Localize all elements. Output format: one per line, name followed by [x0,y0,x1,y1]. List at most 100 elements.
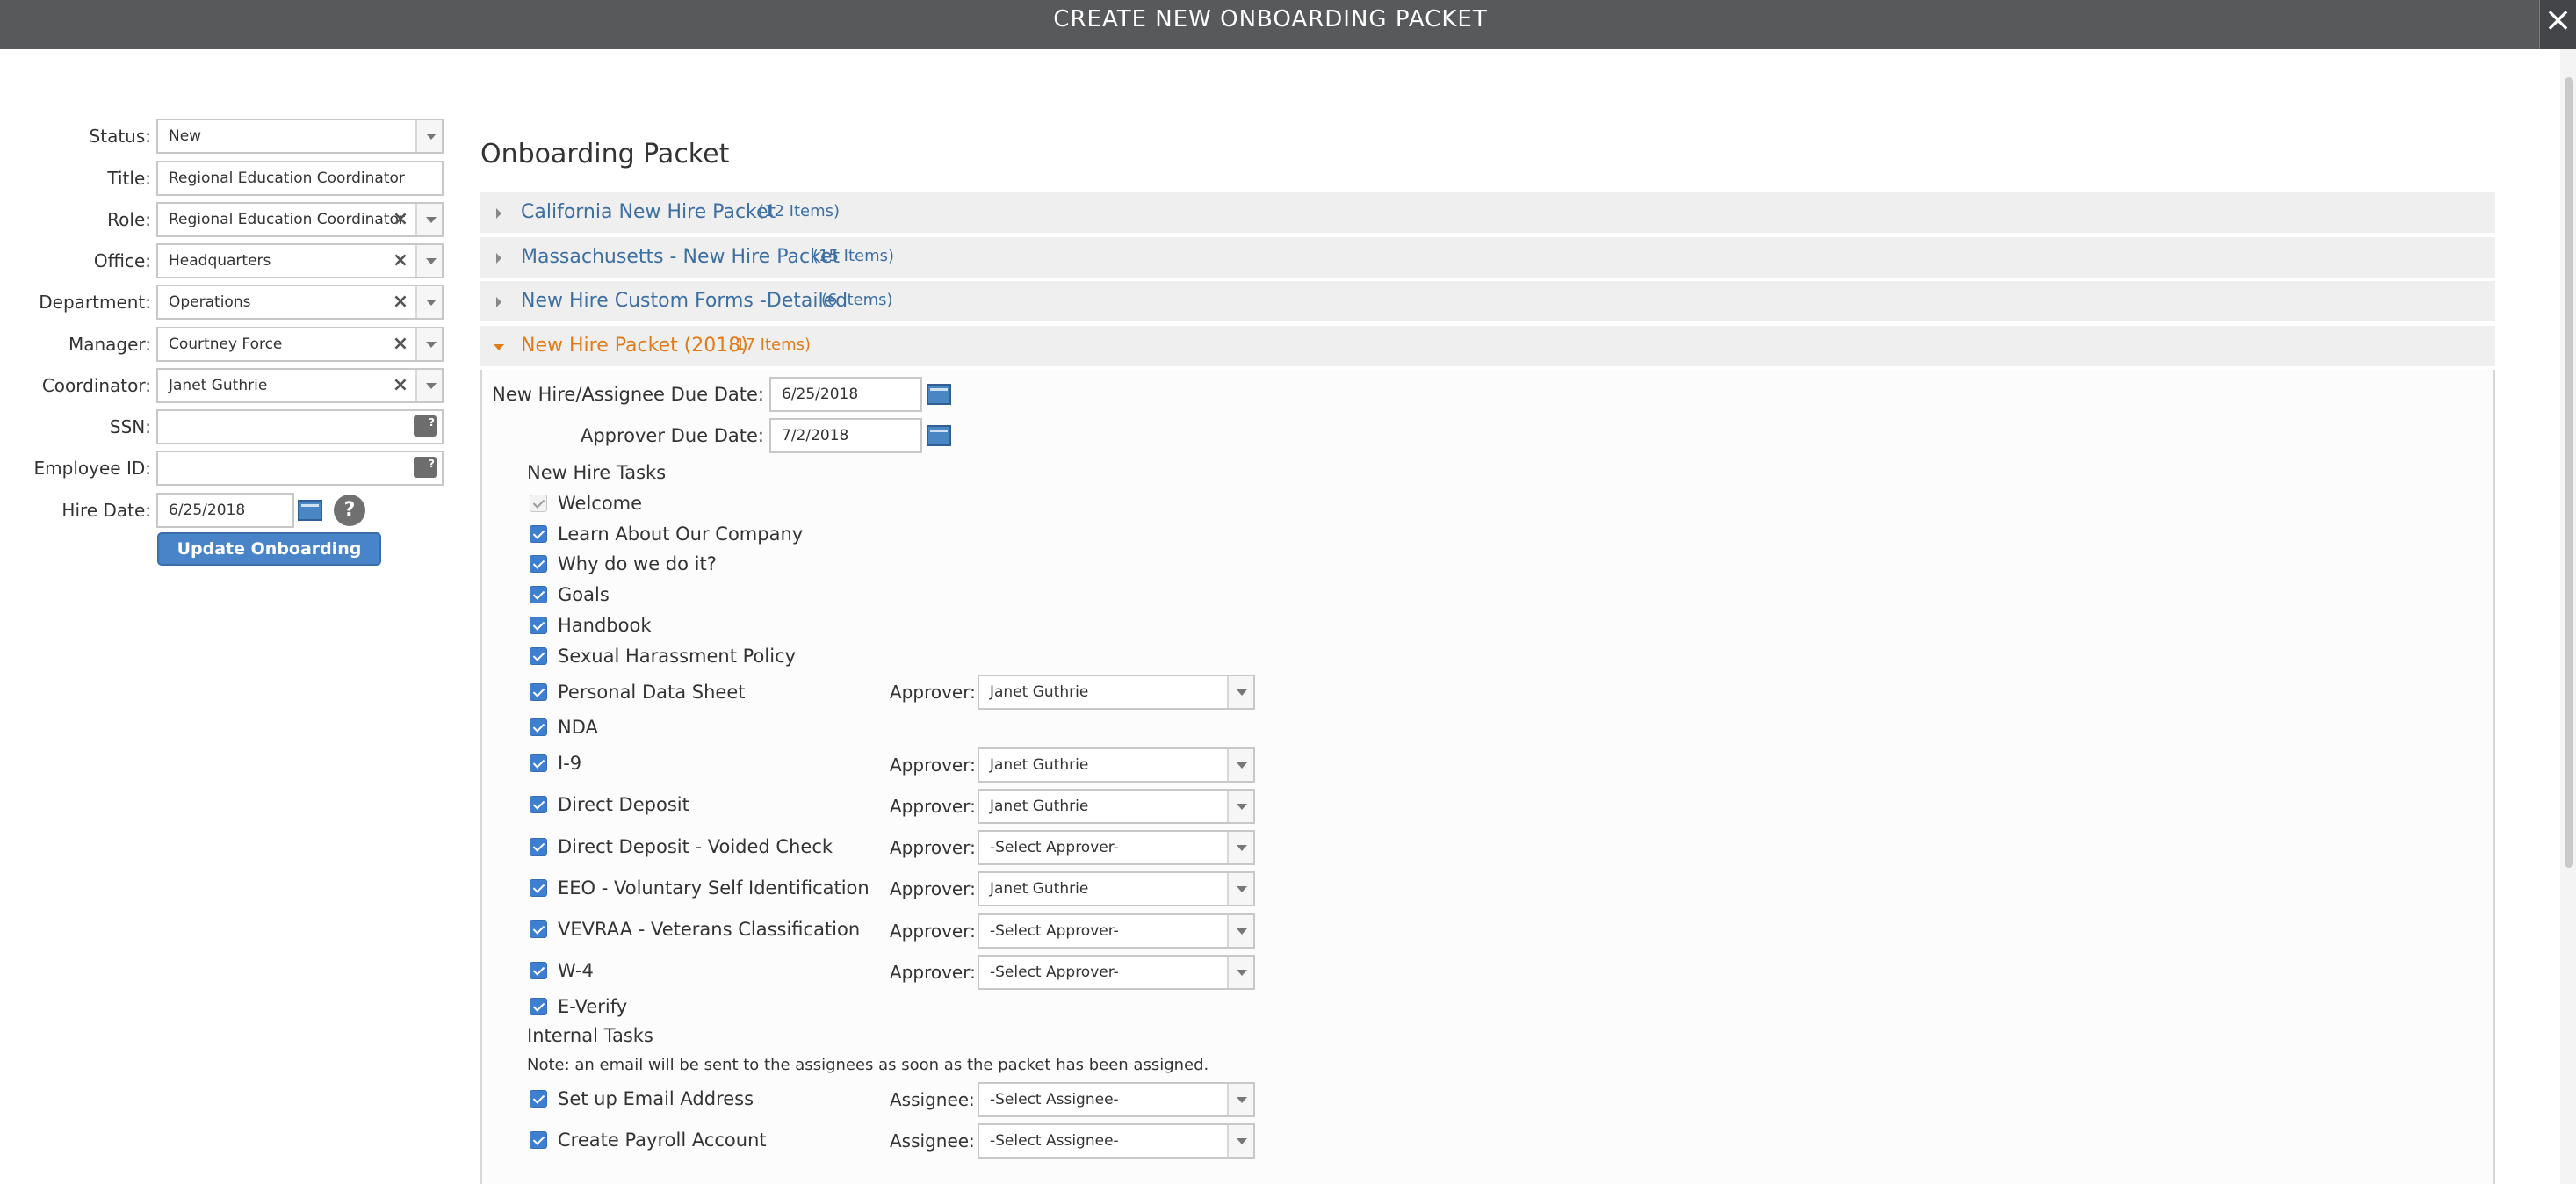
clear-icon[interactable]: × [391,370,410,401]
close-icon[interactable]: × [2539,0,2576,49]
help-icon[interactable]: ? [334,495,365,526]
task-label: Handbook [558,615,652,636]
coordinator-select[interactable]: Janet Guthrie × [156,368,444,403]
chevron-down-icon[interactable] [1227,832,1253,863]
task-checkbox[interactable] [530,838,547,856]
chevron-down-icon[interactable] [1227,749,1253,781]
hire-date-input[interactable]: 6/25/2018 [156,493,294,528]
task-label: Learn About Our Company [558,523,804,545]
task-label: VEVRAA - Veterans Classification [558,919,861,940]
ssn-input[interactable] [156,409,444,444]
approver-value: -Select Approver- [990,964,1119,981]
accordion-massachusetts-packet[interactable]: Massachusetts - New Hire Packet (15 Item… [480,237,2495,278]
task-checkbox[interactable] [530,555,547,573]
approver-label: Approver: [890,754,976,776]
calendar-icon[interactable] [927,384,951,405]
department-select[interactable]: Operations × [156,285,444,320]
employee-id-label-wrap: Employee ID: [0,451,151,486]
new-hire-due-label: New Hire/Assignee Due Date: [492,384,764,405]
task-checkbox[interactable] [530,920,547,938]
task-label: I-9 [558,753,582,774]
manager-value: Courtney Force [169,336,283,353]
title-label: Title: [107,168,151,189]
new-hire-due-input[interactable]: 6/25/2018 [769,377,922,412]
approver-select[interactable]: Janet Guthrie [978,747,1255,783]
chevron-down-icon[interactable] [1227,1084,1253,1115]
approver-select[interactable]: -Select Approver- [978,955,1255,990]
chevron-down-icon[interactable] [1227,873,1253,905]
approver-label: Approver: [890,837,976,858]
accordion-custom-forms[interactable]: New Hire Custom Forms -Detailed (6 Items… [480,281,2495,321]
chevron-down-icon[interactable] [1227,791,1253,822]
assignee-select[interactable]: -Select Assignee- [978,1123,1255,1159]
accordion-new-hire-packet-2018[interactable]: New Hire Packet (2018) (17 Items) [480,326,2495,366]
approver-value: Janet Guthrie [990,756,1089,774]
chevron-down-icon[interactable] [415,120,442,152]
task-checkbox[interactable] [530,586,547,603]
generate-icon[interactable] [414,452,437,480]
chevron-down-icon[interactable] [1227,957,1253,988]
task-checkbox[interactable] [530,962,547,979]
calendar-icon[interactable] [927,425,951,446]
task-checkbox[interactable] [530,796,547,813]
task-checkbox[interactable] [530,998,547,1015]
task-label: W-4 [558,960,594,981]
accordion-count: (6 Items) [821,291,893,309]
approver-due-value: 7/2/2018 [782,427,849,444]
employee-id-input[interactable] [156,451,444,486]
task-checkbox[interactable] [530,879,547,897]
chevron-down-icon[interactable] [415,204,442,235]
status-select[interactable]: New [156,119,444,154]
approver-due-input[interactable]: 7/2/2018 [769,418,922,453]
office-select[interactable]: Headquarters × [156,243,444,278]
role-select[interactable]: Regional Education Coordinator × [156,202,444,237]
task-label: Set up Email Address [558,1088,754,1109]
department-value: Operations [169,293,251,311]
task-checkbox[interactable] [530,1131,547,1149]
task-checkbox[interactable] [530,683,547,701]
chevron-down-icon[interactable] [1227,1125,1253,1157]
task-checkbox[interactable] [530,617,547,634]
clear-icon[interactable]: × [391,328,410,360]
approver-value: Janet Guthrie [990,880,1089,898]
task-checkbox[interactable] [530,525,547,543]
scrollbar-thumb[interactable] [2565,77,2573,868]
chevron-down-icon[interactable] [415,245,442,277]
approver-select[interactable]: Janet Guthrie [978,675,1255,710]
chevron-right-icon [496,208,501,219]
accordion-california-packet[interactable]: California New Hire Packet (12 Items) [480,192,2495,233]
title-input[interactable]: Regional Education Coordinator [156,161,444,196]
approver-select[interactable]: Janet Guthrie [978,789,1255,824]
coordinator-label-wrap: Coordinator: [0,368,151,403]
task-checkbox[interactable] [530,754,547,772]
approver-label: Approver: [890,920,976,942]
approver-select[interactable]: -Select Approver- [978,830,1255,865]
accordion-count: (17 Items) [729,336,812,354]
hire-date-label: Hire Date: [61,500,151,521]
manager-select[interactable]: Courtney Force × [156,327,444,362]
chevron-down-icon[interactable] [1227,915,1253,947]
title-label-wrap: Title: [0,161,151,196]
clear-icon[interactable]: × [391,204,410,235]
approver-value: -Select Approver- [990,839,1119,856]
calendar-icon[interactable] [298,500,322,521]
clear-icon[interactable]: × [391,245,410,277]
task-checkbox[interactable] [530,647,547,665]
new-hire-due-value: 6/25/2018 [782,386,859,403]
task-checkbox[interactable] [530,1090,547,1108]
approver-value: Janet Guthrie [990,683,1089,701]
clear-icon[interactable]: × [391,286,410,318]
task-label: Personal Data Sheet [558,682,746,703]
chevron-down-icon[interactable] [415,328,442,360]
task-checkbox[interactable] [530,718,547,736]
task-label: Why do we do it? [558,553,717,574]
assignee-select[interactable]: -Select Assignee- [978,1082,1255,1117]
approver-label: Approver: [890,878,976,899]
approver-select[interactable]: Janet Guthrie [978,871,1255,906]
chevron-down-icon[interactable] [415,286,442,318]
update-onboarding-record-button[interactable]: Update Onboarding Record [157,532,381,588]
chevron-down-icon[interactable] [415,370,442,401]
chevron-down-icon[interactable] [1227,676,1253,708]
generate-icon[interactable] [414,411,437,438]
approver-select[interactable]: -Select Approver- [978,913,1255,949]
